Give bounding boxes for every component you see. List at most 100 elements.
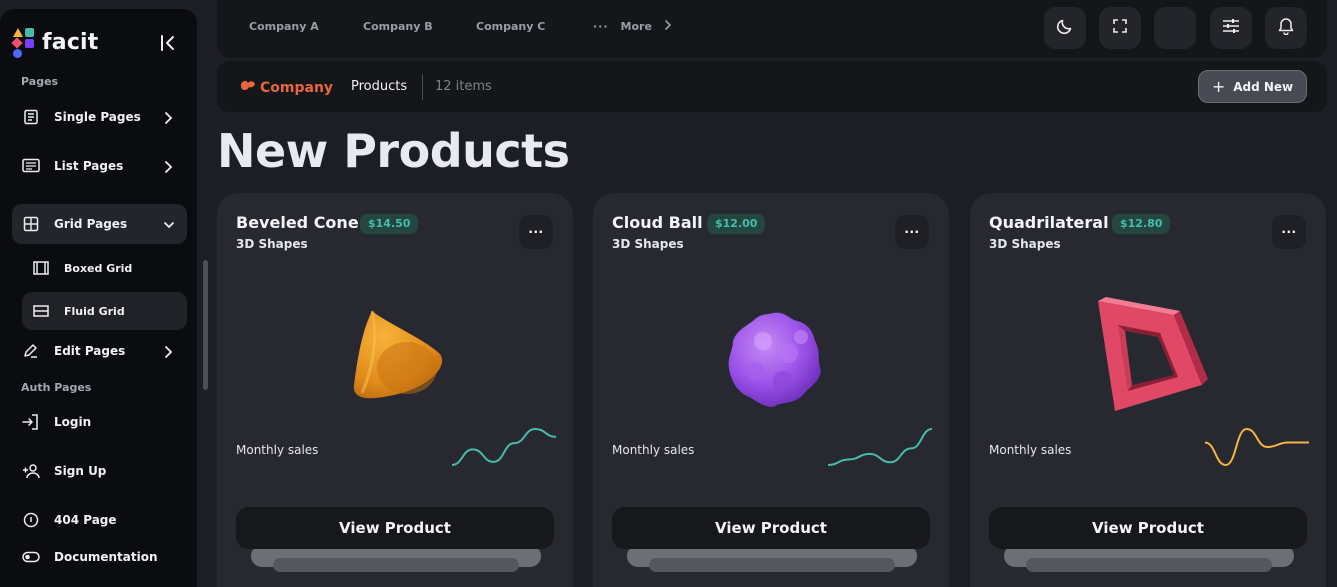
sidebar-item-label: Login xyxy=(54,415,92,429)
document-icon xyxy=(22,108,40,126)
fullscreen-icon xyxy=(1112,18,1128,38)
chevron-right-icon xyxy=(664,19,672,34)
tab-company-c[interactable]: Company C xyxy=(476,20,545,33)
section-title-auth-pages: Auth Pages xyxy=(21,381,92,394)
facit-logo-icon xyxy=(11,27,36,58)
top-header: Company A Company B Company C ··· More xyxy=(217,0,1327,58)
collapse-sidebar-icon[interactable] xyxy=(158,33,178,53)
moon-icon xyxy=(1056,17,1074,39)
language-button[interactable] xyxy=(1154,7,1196,49)
more-label: More xyxy=(620,20,652,33)
button-shadow xyxy=(273,558,519,572)
fluid-grid-icon xyxy=(32,302,50,320)
login-icon xyxy=(22,413,40,431)
brand[interactable]: facit xyxy=(11,27,99,58)
sales-sparkline xyxy=(1205,427,1309,467)
sidebar-item-label: 404 Page xyxy=(54,513,117,527)
product-category: 3D Shapes xyxy=(612,237,684,251)
chevron-right-icon xyxy=(163,110,173,124)
product-card: Cloud Ball $12.00 3D Shapes ··· Monthly … xyxy=(593,193,949,587)
more-dots-icon: ··· xyxy=(528,225,544,239)
sidebar-item-fluid-grid[interactable]: Fluid Grid xyxy=(22,292,187,330)
sales-sparkline xyxy=(828,428,932,466)
add-new-button[interactable]: + Add New xyxy=(1198,70,1307,103)
tab-company-b[interactable]: Company B xyxy=(363,20,433,33)
sidebar-item-grid-pages[interactable]: Grid Pages xyxy=(12,204,187,244)
view-product-button[interactable]: View Product xyxy=(989,507,1307,549)
product-card: Beveled Cone $14.50 3D Shapes ··· Monthl… xyxy=(217,193,573,587)
toggle-icon xyxy=(22,548,40,566)
sidebar-item-edit-pages[interactable]: Edit Pages xyxy=(12,331,187,371)
sidebar-item-login[interactable]: Login xyxy=(12,402,187,442)
product-name[interactable]: Cloud Ball xyxy=(612,213,703,232)
fullscreen-button[interactable] xyxy=(1099,7,1141,49)
sidebar-item-list-pages[interactable]: List Pages xyxy=(12,146,187,186)
product-name[interactable]: Beveled Cone xyxy=(236,213,359,232)
sparkline-path xyxy=(828,428,932,466)
sidebar-item-sign-up[interactable]: Sign Up xyxy=(12,451,187,491)
add-new-label: Add New xyxy=(1233,79,1294,94)
view-product-button[interactable]: View Product xyxy=(236,507,554,549)
sidebar: facit Pages Single Pages List Pages Grid… xyxy=(0,9,197,587)
notifications-button[interactable] xyxy=(1265,7,1307,49)
list-icon xyxy=(22,157,40,175)
breadcrumb-products[interactable]: Products xyxy=(351,79,407,94)
brand-name: facit xyxy=(42,29,99,55)
more-menu[interactable]: ··· More xyxy=(593,19,672,34)
sidebar-item-boxed-grid[interactable]: Boxed Grid xyxy=(22,249,187,287)
sparkline-path xyxy=(1205,427,1309,467)
product-card: Quadrilateral $12.80 3D Shapes ··· Month… xyxy=(970,193,1326,587)
sidebar-item-label: Edit Pages xyxy=(54,344,126,358)
page-title: New Products xyxy=(217,124,570,178)
more-dots-icon: ··· xyxy=(1281,225,1297,239)
more-dots-icon: ··· xyxy=(593,20,609,33)
sales-sparkline xyxy=(452,427,556,466)
plus-icon: + xyxy=(1211,77,1226,96)
chevron-right-icon xyxy=(163,159,173,173)
more-dots-icon: ··· xyxy=(904,225,920,239)
sidebar-item-label: Sign Up xyxy=(54,464,107,478)
info-icon xyxy=(22,511,40,529)
sidebar-item-single-pages[interactable]: Single Pages xyxy=(12,97,187,137)
card-menu-button[interactable]: ··· xyxy=(1272,215,1306,249)
sidebar-item-documentation[interactable]: Documentation xyxy=(12,537,187,577)
dark-mode-button[interactable] xyxy=(1044,7,1086,49)
sidebar-item-label: Documentation xyxy=(54,550,158,564)
price-badge: $14.50 xyxy=(360,214,419,234)
sidebar-item-404-page[interactable]: 404 Page xyxy=(12,500,187,540)
edit-icon xyxy=(22,342,40,360)
sidebar-item-label: Fluid Grid xyxy=(64,304,125,318)
card-menu-button[interactable]: ··· xyxy=(895,215,929,249)
product-category: 3D Shapes xyxy=(236,237,308,251)
sidebar-item-label: Boxed Grid xyxy=(64,261,133,275)
boxed-grid-icon xyxy=(32,259,50,277)
sidebar-item-label: Grid Pages xyxy=(54,217,128,231)
sidebar-item-label: List Pages xyxy=(54,159,124,173)
card-menu-button[interactable]: ··· xyxy=(519,215,553,249)
company-logo-icon xyxy=(239,78,257,98)
button-shadow xyxy=(649,558,895,572)
tab-company-a[interactable]: Company A xyxy=(249,20,319,33)
sign-up-icon xyxy=(22,462,40,480)
monthly-sales-label: Monthly sales xyxy=(612,443,695,457)
product-name[interactable]: Quadrilateral xyxy=(989,213,1109,232)
chevron-right-icon xyxy=(163,344,173,358)
sparkline-path xyxy=(452,427,556,466)
quadrilateral-image xyxy=(1070,293,1230,423)
section-title-pages: Pages xyxy=(21,75,59,88)
grid-icon xyxy=(22,215,40,233)
button-shadow xyxy=(1026,558,1272,572)
settings-sliders-icon xyxy=(1222,18,1240,38)
items-count: 12 items xyxy=(435,79,492,94)
view-product-button[interactable]: View Product xyxy=(612,507,930,549)
monthly-sales-label: Monthly sales xyxy=(236,443,319,457)
product-category: 3D Shapes xyxy=(989,237,1061,251)
company-brand-text: Company xyxy=(260,80,334,96)
cone-image xyxy=(317,293,477,423)
notification-bell-icon xyxy=(1278,17,1294,39)
settings-button[interactable] xyxy=(1210,7,1252,49)
divider xyxy=(422,74,423,100)
price-badge: $12.80 xyxy=(1112,214,1171,234)
sidebar-scrollbar[interactable] xyxy=(203,260,208,390)
company-brand[interactable]: Company xyxy=(239,78,333,98)
